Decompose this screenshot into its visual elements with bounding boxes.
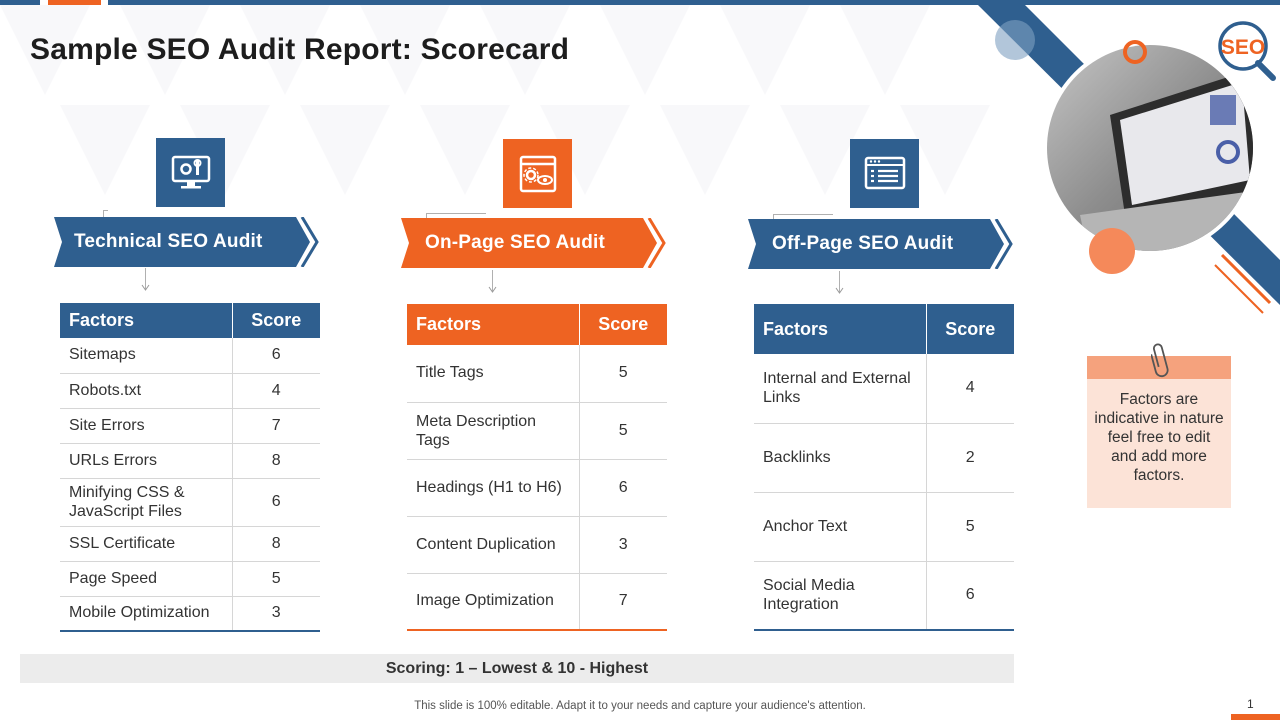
seo-badge-text: SEO <box>1221 36 1265 59</box>
col-score: Score <box>925 304 1014 354</box>
factor-cell: Anchor Text <box>754 492 926 562</box>
score-cell: 5 <box>925 492 1014 562</box>
connector-line <box>103 210 108 211</box>
score-cell: 4 <box>925 354 1014 424</box>
factor-cell: Internal and External Links <box>754 354 926 424</box>
table-row: Page Speed 5 <box>60 561 320 597</box>
arrow-down-icon <box>141 284 150 291</box>
sticky-note-text: Factors are indicative in nature feel fr… <box>1094 391 1224 484</box>
col-score: Score <box>578 304 667 345</box>
footer-note: This slide is 100% editable. Adapt it to… <box>414 700 866 712</box>
table-row: Title Tags 5 <box>407 345 667 403</box>
col-factors: Factors <box>754 304 926 354</box>
arrow-down-icon <box>835 287 844 294</box>
decorative-graphic: SEO <box>978 5 1280 314</box>
offpage-table: Factors Score Internal and External Link… <box>754 304 1014 631</box>
score-cell: 4 <box>231 373 320 409</box>
slide-title: Sample SEO Audit Report: Scorecard <box>30 33 570 66</box>
col-factors: Factors <box>407 304 579 345</box>
onpage-table: Factors Score Title Tags 5 Meta Descripti… <box>407 304 667 631</box>
table-row: Image Optimization 7 <box>407 573 667 631</box>
table-row: Site Errors 7 <box>60 408 320 444</box>
score-cell: 3 <box>578 516 667 574</box>
score-cell: 6 <box>578 459 667 517</box>
factor-cell: Content Duplication <box>407 516 579 574</box>
offpage-heading: Off-Page SEO Audit <box>772 233 954 254</box>
score-cell: 5 <box>578 402 667 460</box>
table-row: Backlinks 2 <box>754 423 1014 493</box>
factor-cell: Minifying CSS & JavaScript Files <box>60 478 232 527</box>
table-row: Content Duplication 3 <box>407 516 667 574</box>
monitor-settings-icon <box>156 138 225 207</box>
score-cell: 6 <box>231 478 320 527</box>
table-row: Social Media Integration 6 <box>754 561 1014 631</box>
factor-cell: SSL Certificate <box>60 526 232 562</box>
score-cell: 8 <box>231 443 320 479</box>
score-cell: 5 <box>578 345 667 403</box>
technical-banner: Technical SEO Audit <box>54 217 319 267</box>
factor-cell: Robots.txt <box>60 373 232 409</box>
factor-cell: URLs Errors <box>60 443 232 479</box>
score-cell: 2 <box>925 423 1014 493</box>
paperclip-icon <box>1151 343 1169 378</box>
table-row: SSL Certificate 8 <box>60 526 320 562</box>
table-row: URLs Errors 8 <box>60 443 320 479</box>
table-row: Minifying CSS & JavaScript Files 6 <box>60 478 320 527</box>
col-score: Score <box>231 303 320 338</box>
score-cell: 6 <box>925 561 1014 631</box>
factor-cell: Sitemaps <box>60 338 232 374</box>
arrow-down-icon <box>488 286 497 293</box>
table-row: Internal and External Links 4 <box>754 354 1014 424</box>
sticky-note: Factors are indicative in nature feel fr… <box>1087 356 1231 508</box>
scoring-legend: Scoring: 1 – Lowest & 10 - Highest <box>20 654 1014 683</box>
factor-cell: Image Optimization <box>407 573 579 631</box>
factor-cell: Mobile Optimization <box>60 596 232 632</box>
page-number-bar <box>1231 714 1280 720</box>
web-page-settings-icon <box>503 139 572 208</box>
score-cell: 7 <box>578 573 667 631</box>
table-row: Headings (H1 to H6) 6 <box>407 459 667 517</box>
table-row: Meta Description Tags 5 <box>407 402 667 460</box>
table-row: Sitemaps 6 <box>60 338 320 374</box>
factor-cell: Page Speed <box>60 561 232 597</box>
connector-line <box>773 214 833 215</box>
factor-cell: Backlinks <box>754 423 926 493</box>
col-factors: Factors <box>60 303 232 338</box>
factor-cell: Meta Description Tags <box>407 402 579 460</box>
score-cell: 7 <box>231 408 320 444</box>
offpage-banner: Off-Page SEO Audit <box>748 219 1013 269</box>
score-cell: 3 <box>231 596 320 632</box>
browser-list-icon <box>850 139 919 208</box>
technical-heading: Technical SEO Audit <box>74 231 263 252</box>
score-cell: 8 <box>231 526 320 562</box>
table-row: Anchor Text 5 <box>754 492 1014 562</box>
technical-table: Factors Score Sitemaps 6 Robots.txt 4 Site… <box>60 303 320 632</box>
onpage-heading: On-Page SEO Audit <box>425 232 606 253</box>
factor-cell: Site Errors <box>60 408 232 444</box>
page-number: 1 <box>1247 697 1254 711</box>
onpage-banner: On-Page SEO Audit <box>401 218 666 268</box>
factor-cell: Social Media Integration <box>754 561 926 631</box>
score-cell: 6 <box>231 338 320 374</box>
table-row: Mobile Optimization 3 <box>60 596 320 632</box>
table-row: Robots.txt 4 <box>60 373 320 409</box>
factor-cell: Title Tags <box>407 345 579 403</box>
score-cell: 5 <box>231 561 320 597</box>
connector-line <box>426 213 486 214</box>
factor-cell: Headings (H1 to H6) <box>407 459 579 517</box>
